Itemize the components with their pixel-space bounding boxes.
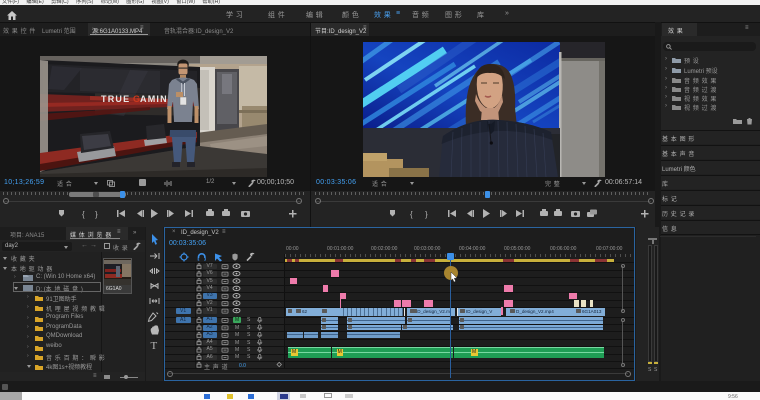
svg-text:G: G <box>133 94 140 104</box>
svg-text:}: } <box>425 210 428 219</box>
svg-text:{: { <box>82 210 85 219</box>
svg-text:}: } <box>95 210 98 219</box>
svg-text:TRUE: TRUE <box>101 94 130 104</box>
svg-text:{: { <box>410 210 413 219</box>
svg-text:T: T <box>151 340 158 352</box>
